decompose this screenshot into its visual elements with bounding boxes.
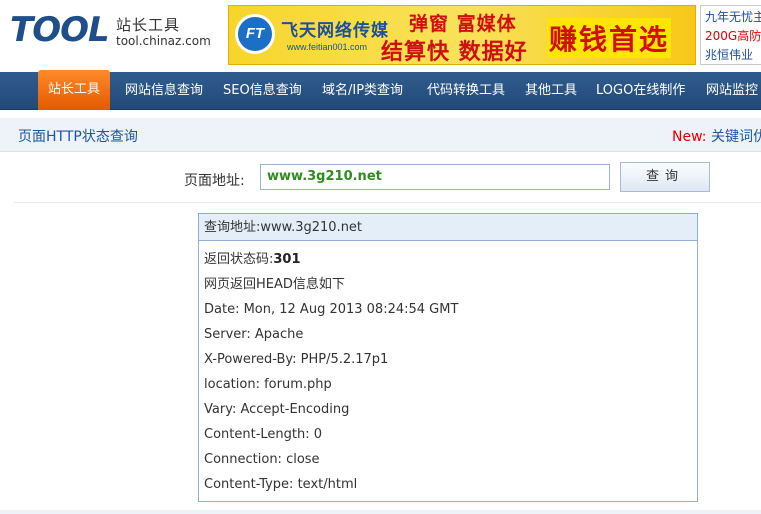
status-code-value: 301 bbox=[273, 252, 301, 267]
page-title: 页面HTTP状态查询 bbox=[18, 129, 138, 145]
header-vary: Vary: Accept-Encoding bbox=[204, 402, 350, 417]
result-query-url: www.3g210.net bbox=[260, 220, 363, 235]
result-query-label: 查询地址: bbox=[204, 220, 261, 235]
query-form: 页面地址: www.3g210.net 查询 bbox=[0, 152, 761, 202]
new-announcement-link[interactable]: 关键词优 bbox=[707, 129, 761, 145]
logo-domain: tool.chinaz.com bbox=[116, 34, 211, 48]
result-header: 查询地址:www.3g210.net bbox=[199, 214, 697, 241]
header-x-powered-by: X-Powered-By: PHP/5.2.17p1 bbox=[204, 352, 389, 367]
head-info-title: 网页返回HEAD信息如下 bbox=[204, 277, 345, 292]
header-server: Server: Apache bbox=[204, 327, 304, 342]
new-announcement: New: 关键词优 bbox=[672, 126, 761, 146]
nav-item-logo-maker[interactable]: LOGO在线制作 bbox=[596, 72, 685, 110]
query-button[interactable]: 查询 bbox=[620, 162, 710, 192]
site-header: TOOL 站长工具 tool.chinaz.com FT 飞天网络传媒 www.… bbox=[0, 0, 761, 72]
nav-item-other-tools[interactable]: 其他工具 bbox=[525, 72, 577, 110]
result-panel: 查询地址:www.3g210.net 返回状态码:301 网页返回HEAD信息如… bbox=[198, 213, 698, 502]
header-content-type: Content-Type: text/html bbox=[204, 477, 358, 492]
header-content-length: Content-Length: 0 bbox=[204, 427, 323, 442]
nav-item-webmaster-tools[interactable]: 站长工具 bbox=[38, 70, 111, 110]
side-text-ad[interactable]: 九年无忧主 200G高防 兆恒伟业 bbox=[700, 5, 761, 65]
page-subbar: 页面HTTP状态查询 New: 关键词优 bbox=[0, 118, 761, 152]
header-location: location: forum.php bbox=[204, 377, 332, 392]
divider bbox=[14, 202, 761, 203]
banner-slogan-2: 结算快 数据好 bbox=[381, 40, 528, 65]
banner-company: 飞天网络传媒 bbox=[281, 21, 389, 41]
header-date: Date: Mon, 12 Aug 2013 08:24:54 GMT bbox=[204, 302, 459, 317]
nav-item-site-info[interactable]: 网站信息查询 bbox=[125, 72, 203, 110]
side-ad-line-3[interactable]: 兆恒伟业 bbox=[705, 46, 757, 64]
bottom-border bbox=[0, 510, 761, 514]
nav-item-seo-info[interactable]: SEO信息查询 bbox=[223, 72, 302, 110]
logo-cn-title: 站长工具 bbox=[116, 16, 181, 34]
side-ad-line-2[interactable]: 200G高防 bbox=[705, 27, 761, 46]
status-code-label: 返回状态码: bbox=[204, 252, 274, 267]
ad-banner[interactable]: FT 飞天网络传媒 www.feitian001.com 弹窗 富媒体 结算快 … bbox=[228, 5, 696, 65]
url-input[interactable]: www.3g210.net bbox=[260, 164, 610, 190]
header-connection: Connection: close bbox=[204, 452, 320, 467]
status-code-line: 返回状态码:301 bbox=[204, 247, 692, 272]
banner-headline: 赚钱首选 bbox=[547, 18, 672, 58]
new-label: New: bbox=[672, 129, 707, 145]
banner-url: www.feitian001.com bbox=[287, 42, 368, 52]
site-logo[interactable]: TOOL 站长工具 tool.chinaz.com bbox=[8, 6, 218, 66]
result-body: 返回状态码:301 网页返回HEAD信息如下 Date: Mon, 12 Aug… bbox=[199, 241, 697, 497]
url-field-label: 页面地址: bbox=[184, 173, 245, 189]
banner-logo-icon: FT bbox=[235, 14, 275, 54]
main-nav: 站长工具 网站信息查询 SEO信息查询 域名/IP类查询 代码转换工具 其他工具… bbox=[0, 70, 761, 110]
banner-slogan-1: 弹窗 富媒体 bbox=[409, 13, 517, 35]
nav-item-domain-ip[interactable]: 域名/IP类查询 bbox=[322, 72, 403, 110]
logo-text: TOOL bbox=[10, 10, 110, 50]
nav-item-site-monitor[interactable]: 网站监控 bbox=[706, 72, 758, 110]
side-ad-line-1[interactable]: 九年无忧主 bbox=[705, 8, 761, 27]
nav-item-code-convert[interactable]: 代码转换工具 bbox=[427, 72, 505, 110]
